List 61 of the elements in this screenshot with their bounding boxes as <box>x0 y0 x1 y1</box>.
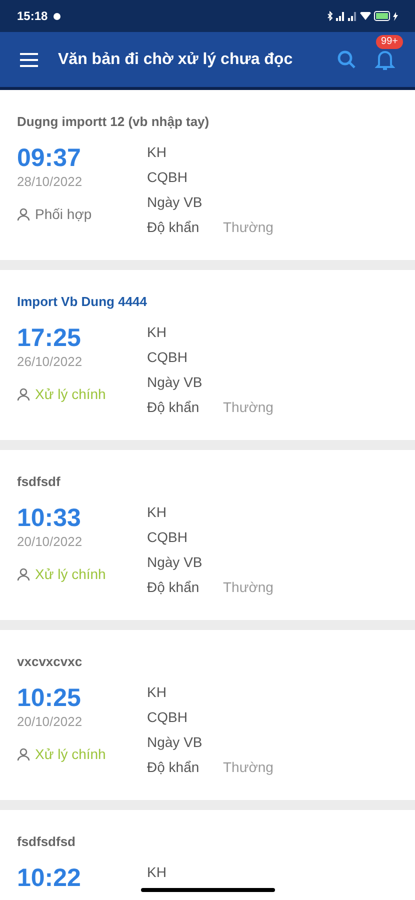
document-card[interactable]: fsdfsdfsd 10:22 KH <box>0 810 415 900</box>
document-date: 20/10/2022 <box>17 712 84 730</box>
document-title: vxcvxcvxc <box>17 653 84 671</box>
person-icon <box>17 208 30 221</box>
document-date: 20/10/2022 <box>17 532 84 550</box>
role-label: Phối hợp <box>35 205 92 224</box>
field-value: Thường <box>223 398 274 416</box>
field-label: CQBH <box>147 348 188 366</box>
notification-button[interactable] <box>375 48 395 70</box>
field-label: Ngày VB <box>147 554 204 570</box>
signal-icon <box>348 12 357 20</box>
document-title: Import Vb Dung 4444 <box>17 293 148 311</box>
document-title: Dugng importt 12 (vb nhập tay) <box>17 113 210 131</box>
field-label: KH <box>147 684 168 700</box>
document-date: 28/10/2022 <box>17 172 84 190</box>
field-label: CQBH <box>147 708 188 726</box>
field-value: Thường <box>223 578 274 596</box>
field-label: Ngày VB <box>147 734 204 750</box>
field-value: Thường <box>223 758 274 776</box>
person-icon <box>17 388 30 401</box>
role-label: Xử lý chính <box>35 745 106 764</box>
notification-badge: 99+ <box>376 34 403 48</box>
role-label: Xử lý chính <box>35 565 106 584</box>
field-label: Độ khẩn <box>147 398 200 416</box>
person-icon <box>17 748 30 761</box>
battery-icon <box>374 11 390 21</box>
signal-icon <box>336 12 345 20</box>
field-label: Độ khẩn <box>147 218 200 236</box>
field-label: KH <box>147 504 168 520</box>
document-time: 10:33 <box>17 504 82 532</box>
field-label: Độ khẩn <box>147 578 200 596</box>
field-label: KH <box>147 864 168 880</box>
role-label: Xử lý chính <box>35 385 106 404</box>
field-value: Thường <box>223 218 274 236</box>
document-title: fsdfsdf <box>17 473 62 491</box>
page-title: Văn bản đi chờ xử lý chưa đọc <box>58 50 294 70</box>
document-card[interactable]: Dugng importt 12 (vb nhập tay) 09:37 28/10/2022 Phối hợp KH CQBH Ngày VB Độ khẩn Thường <box>0 90 415 260</box>
document-time: 09:37 <box>17 144 82 172</box>
field-label: Ngày VB <box>147 374 204 390</box>
field-label: CQBH <box>147 168 188 186</box>
document-time: 17:25 <box>17 324 82 352</box>
field-label: CQBH <box>147 528 188 546</box>
field-label: KH <box>147 324 168 340</box>
alarm-icon <box>52 11 62 21</box>
document-card[interactable]: vxcvxcvxc 10:25 20/10/2022 Xử lý chính KH CQBH Ngày VB Độ khẩn Thường <box>0 630 415 800</box>
field-label: Độ khẩn <box>147 758 200 776</box>
document-title: fsdfsdfsd <box>17 833 76 851</box>
person-icon <box>17 568 30 581</box>
bluetooth-icon <box>327 11 333 21</box>
search-button[interactable] <box>337 50 357 70</box>
field-label: Ngày VB <box>147 194 204 210</box>
status-time: 15:18 <box>17 8 48 25</box>
document-card[interactable]: Import Vb Dung 4444 17:25 26/10/2022 Xử lý chính KH CQBH Ngày VB Độ khẩn Thường <box>0 270 415 440</box>
document-time: 10:25 <box>17 684 82 712</box>
menu-button[interactable] <box>20 52 38 66</box>
wifi-icon <box>360 12 371 20</box>
field-label: KH <box>147 144 168 160</box>
document-time: 10:22 <box>17 864 82 892</box>
document-card[interactable]: fsdfsdf 10:33 20/10/2022 Xử lý chính KH CQBH Ngày VB Độ khẩn Thường <box>0 450 415 620</box>
charging-icon <box>393 12 398 20</box>
document-date: 26/10/2022 <box>17 352 84 370</box>
